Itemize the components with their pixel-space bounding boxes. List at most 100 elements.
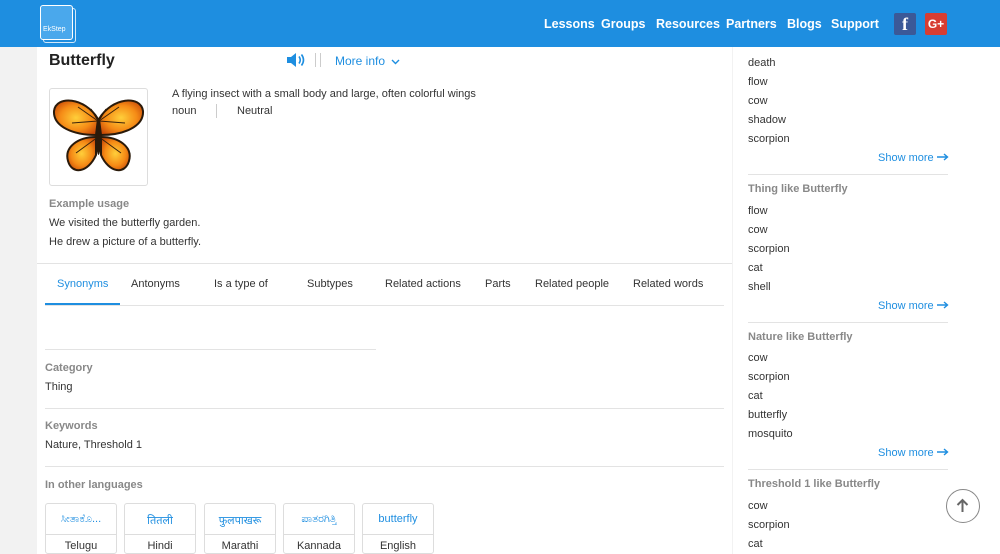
section-divider [45, 349, 376, 350]
translated-word: ಪಾತರಗಿತ್ತಿ [301, 513, 337, 525]
show-more-link[interactable]: Show more [878, 447, 949, 459]
divider [363, 534, 433, 535]
divider [205, 534, 275, 535]
more-info-label: More info [335, 54, 386, 68]
sidebar-word-link[interactable]: shadow [748, 114, 786, 126]
language-card-kannada[interactable]: ಪಾತರಗಿತ್ತಿ Kannada [283, 503, 355, 554]
divider [125, 534, 195, 535]
show-more-label: Show more [878, 152, 934, 164]
word-meaning: A flying insect with a small body and la… [172, 88, 476, 100]
sidebar-word-link[interactable]: scorpion [748, 519, 790, 531]
tab-parts[interactable]: Parts [485, 278, 511, 290]
tab-antonyms[interactable]: Antonyms [131, 278, 180, 290]
category-value: Thing [45, 381, 73, 393]
example-sentence: He drew a picture of a butterfly. [49, 236, 202, 248]
word-title: Butterfly [49, 52, 115, 69]
divider [46, 534, 116, 535]
language-card-hindi[interactable]: तितली Hindi [124, 503, 196, 554]
scroll-to-top-button[interactable] [946, 489, 980, 523]
sidebar-word-link[interactable]: cow [748, 500, 768, 512]
facebook-icon[interactable]: f [894, 13, 916, 35]
sidebar-word-link[interactable]: cow [748, 95, 768, 107]
ekstep-logo[interactable]: EkStep [40, 5, 76, 43]
language-card-english[interactable]: butterfly English [362, 503, 434, 554]
divider [284, 534, 354, 535]
chevron-down-icon [391, 59, 400, 65]
show-more-label: Show more [878, 300, 934, 312]
section-divider [748, 174, 948, 175]
arrow-right-icon [936, 301, 949, 309]
sidebar-word-link[interactable]: butterfly [748, 409, 787, 421]
divider [315, 53, 316, 67]
language-card-marathi[interactable]: फुलपाखरू Marathi [204, 503, 276, 554]
nav-lessons[interactable]: Lessons [544, 17, 595, 31]
sidebar-word-link[interactable]: scorpion [748, 371, 790, 383]
section-divider [37, 263, 732, 264]
nav-groups[interactable]: Groups [601, 17, 645, 31]
grammatical-gender: Neutral [237, 105, 273, 117]
nav-resources[interactable]: Resources [656, 17, 720, 31]
show-more-label: Show more [878, 447, 934, 459]
divider [320, 53, 321, 67]
other-languages-label: In other languages [45, 479, 143, 491]
translated-word: ಸೀತಾಕೊ... [60, 513, 102, 525]
sidebar-group-title: Nature like Butterfly [748, 331, 853, 343]
example-sentence: We visited the butterfly garden. [49, 217, 201, 229]
divider [216, 104, 217, 118]
sidebar-word-link[interactable]: cat [748, 262, 763, 274]
arrow-right-icon [936, 153, 949, 161]
arrow-up-icon [956, 498, 969, 512]
keywords-label: Keywords [45, 420, 98, 432]
tab-related-people[interactable]: Related people [535, 278, 609, 290]
logo-text: EkStep [43, 26, 66, 33]
butterfly-image [49, 88, 148, 186]
sidebar-group-title: Threshold 1 like Butterfly [748, 478, 881, 490]
section-divider [748, 469, 948, 470]
language-name: Marathi [221, 540, 259, 552]
sidebar-group-title: Thing like Butterfly [748, 183, 848, 195]
tab-related-actions[interactable]: Related actions [385, 278, 461, 290]
speaker-icon[interactable] [286, 52, 306, 68]
language-card-telugu[interactable]: ಸೀತಾಕೊ... Telugu [45, 503, 117, 554]
category-label: Category [45, 362, 93, 374]
top-navbar: EkStep Lessons Groups Resources Partners… [0, 0, 1000, 47]
logo-front-layer: EkStep [40, 5, 73, 40]
show-more-link[interactable]: Show more [878, 152, 949, 164]
section-divider [45, 408, 724, 409]
nav-blogs[interactable]: Blogs [787, 17, 822, 31]
sidebar-word-link[interactable]: shell [748, 281, 771, 293]
tab-synonyms[interactable]: Synonyms [57, 278, 108, 290]
example-usage-label: Example usage [49, 198, 130, 210]
nav-support[interactable]: Support [831, 17, 879, 31]
sidebar-word-link[interactable]: scorpion [748, 133, 790, 145]
tab-related-words[interactable]: Related words [633, 278, 703, 290]
arrow-right-icon [936, 448, 949, 456]
translated-word: butterfly [378, 513, 418, 525]
more-info-link[interactable]: More info [335, 54, 400, 68]
keywords-value: Nature, Threshold 1 [45, 439, 143, 451]
sidebar-word-link[interactable]: cow [748, 224, 768, 236]
sidebar-word-link[interactable]: scorpion [748, 243, 790, 255]
butterfly-icon [52, 99, 145, 171]
language-name: Hindi [147, 540, 173, 552]
sidebar-word-link[interactable]: death [748, 57, 776, 69]
sidebar-word-link[interactable]: cow [748, 352, 768, 364]
show-more-link[interactable]: Show more [878, 300, 949, 312]
part-of-speech: noun [172, 105, 197, 117]
translated-word: तितली [147, 515, 173, 527]
tabs-divider [45, 305, 724, 306]
translated-word: फुलपाखरू [218, 515, 262, 527]
language-name: Kannada [296, 540, 342, 552]
nav-partners[interactable]: Partners [726, 17, 777, 31]
tab-is-a-type-of[interactable]: Is a type of [214, 278, 268, 290]
tab-subtypes[interactable]: Subtypes [307, 278, 353, 290]
language-name: Telugu [64, 540, 98, 552]
language-name: English [379, 540, 417, 552]
section-divider [748, 322, 948, 323]
sidebar-word-link[interactable]: mosquito [748, 428, 793, 440]
sidebar-word-link[interactable]: flow [748, 76, 768, 88]
sidebar-word-link[interactable]: cat [748, 390, 763, 402]
google-plus-icon[interactable]: G+ [925, 13, 947, 35]
sidebar-word-link[interactable]: flow [748, 205, 768, 217]
sidebar-word-link[interactable]: cat [748, 538, 763, 550]
